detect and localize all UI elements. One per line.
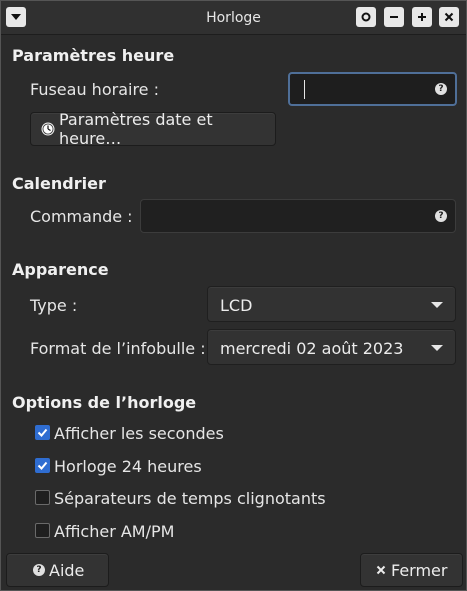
option-label: Afficher AM/PM	[54, 522, 175, 541]
command-label: Commande :	[30, 207, 133, 226]
flashing-separators-checkbox[interactable]	[35, 490, 50, 505]
timezone-label: Fuseau horaire :	[30, 80, 159, 99]
type-dropdown[interactable]: LCD	[207, 286, 456, 322]
help-icon[interactable]: ?	[435, 83, 447, 95]
close-icon[interactable]	[439, 7, 459, 27]
close-button[interactable]: Fermer	[360, 553, 463, 587]
datetime-settings-label: Paramètres date et heure…	[59, 110, 213, 148]
show-seconds-checkbox[interactable]	[35, 425, 50, 440]
timezone-input[interactable]: ?	[288, 72, 457, 106]
option-label: Afficher les secondes	[54, 424, 224, 443]
option-label: Horloge 24 heures	[54, 457, 202, 476]
chevron-down-icon	[431, 345, 443, 351]
clock-options-heading: Options de l’horloge	[12, 393, 197, 412]
24-hour-checkbox[interactable]	[35, 458, 50, 473]
type-value: LCD	[220, 296, 253, 315]
appearance-heading: Apparence	[12, 260, 109, 279]
tooltip-format-dropdown[interactable]: mercredi 02 août 2023	[207, 329, 456, 365]
show-ampm-checkbox[interactable]	[35, 523, 50, 538]
calendar-heading: Calendrier	[12, 174, 106, 193]
tooltip-format-label: Format de l’infobulle :	[30, 339, 206, 358]
maximize-icon[interactable]	[412, 7, 432, 27]
minimize-icon[interactable]	[384, 7, 404, 27]
text-cursor	[304, 80, 305, 99]
type-label: Type :	[30, 296, 78, 315]
shade-icon[interactable]	[356, 7, 376, 27]
command-input[interactable]: ?	[140, 199, 456, 233]
close-button-label: Fermer	[391, 560, 448, 580]
help-button[interactable]: ? Aide	[6, 553, 109, 587]
option-label: Séparateurs de temps clignotants	[54, 489, 326, 508]
clock-icon	[41, 122, 55, 136]
title-bar: Horloge	[1, 1, 466, 35]
close-icon	[376, 565, 386, 575]
datetime-settings-button[interactable]: Paramètres date et heure…	[30, 110, 276, 148]
help-icon[interactable]: ?	[435, 210, 447, 222]
time-settings-heading: Paramètres heure	[12, 46, 175, 65]
chevron-down-icon	[431, 302, 443, 308]
tooltip-format-value: mercredi 02 août 2023	[220, 339, 404, 358]
clock-properties-dialog: Horloge Paramètres heure Fuseau horaire …	[0, 0, 467, 591]
help-button-label: Aide	[49, 560, 85, 580]
help-icon: ?	[33, 564, 45, 576]
